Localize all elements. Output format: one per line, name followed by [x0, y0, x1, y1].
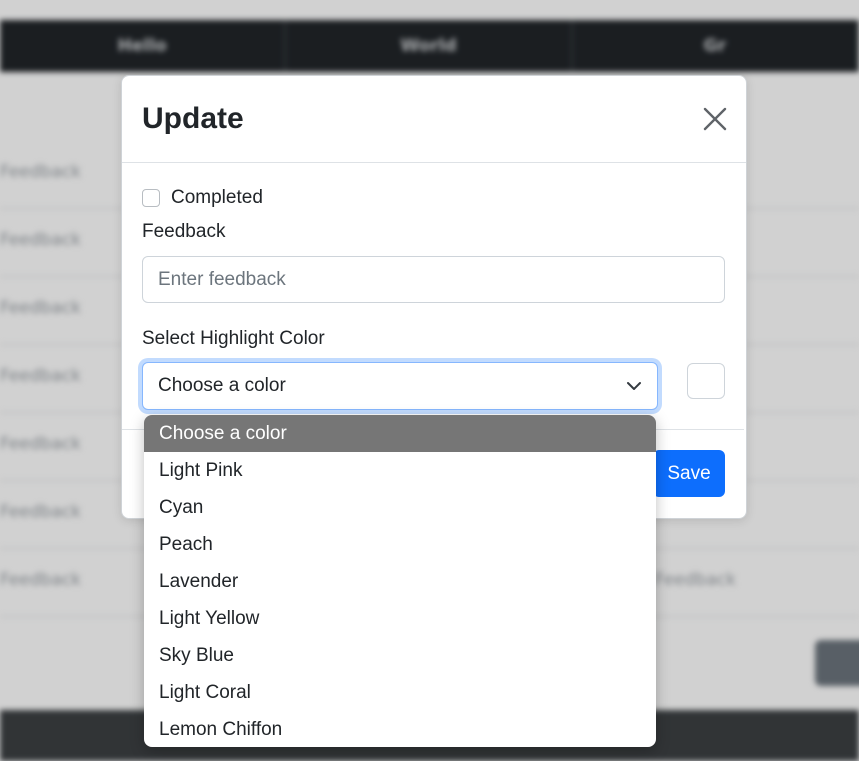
chevron-down-icon [627, 382, 641, 390]
modal-title: Update [142, 102, 244, 135]
completed-label[interactable]: Completed [171, 187, 263, 209]
close-button[interactable] [698, 102, 732, 136]
color-select-label: Select Highlight Color [142, 328, 325, 349]
dropdown-option[interactable]: Peach [144, 526, 656, 563]
color-dropdown-list: Choose a color Light Pink Cyan Peach Lav… [144, 415, 656, 747]
dropdown-option[interactable]: Light Pink [144, 452, 656, 489]
feedback-label: Feedback [142, 221, 226, 242]
color-select-value: Choose a color [158, 375, 286, 396]
dropdown-option[interactable]: Sky Blue [144, 637, 656, 674]
feedback-input[interactable] [142, 256, 725, 303]
color-preview-swatch [687, 363, 725, 399]
dropdown-option[interactable]: Light Coral [144, 674, 656, 711]
modal-body: Completed Feedback Select Highlight Colo… [122, 163, 746, 429]
completed-row: Completed [142, 187, 263, 209]
close-icon [703, 107, 727, 131]
dropdown-option[interactable]: Choose a color [144, 415, 656, 452]
modal-header: Update [122, 76, 746, 163]
save-button[interactable]: Save [653, 450, 725, 497]
dropdown-option[interactable]: Lemon Chiffon [144, 711, 656, 747]
dropdown-option[interactable]: Light Yellow [144, 600, 656, 637]
dropdown-option[interactable]: Cyan [144, 489, 656, 526]
completed-checkbox[interactable] [142, 189, 160, 207]
color-select[interactable]: Choose a color [142, 362, 658, 410]
dropdown-option[interactable]: Lavender [144, 563, 656, 600]
